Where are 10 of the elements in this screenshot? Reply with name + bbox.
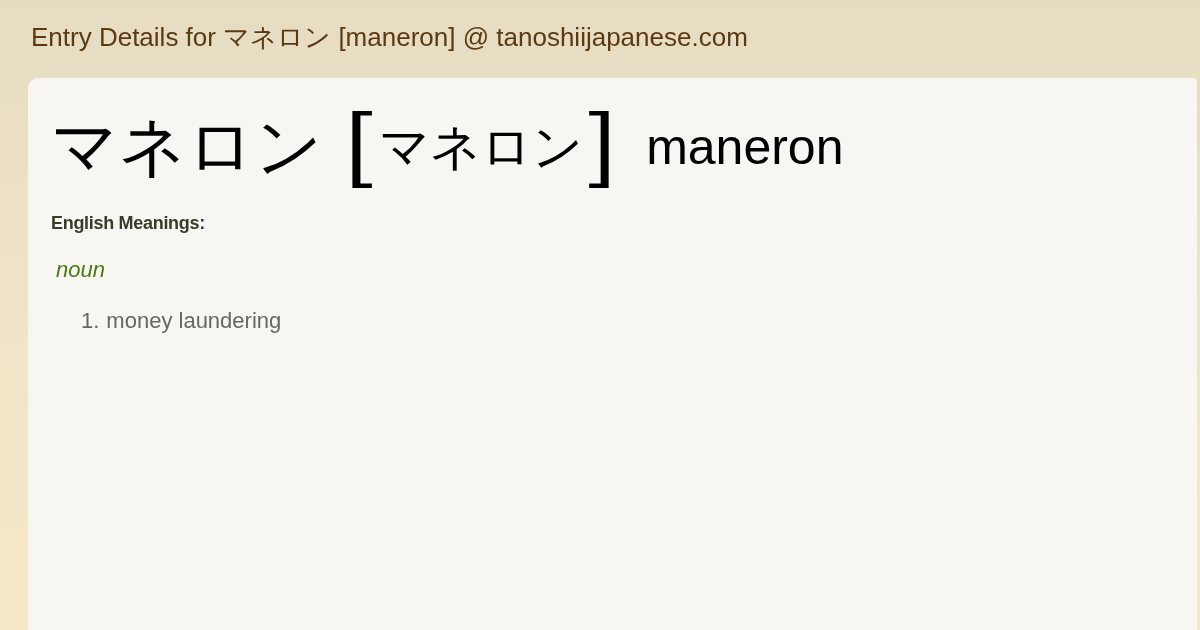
romaji: maneron	[646, 122, 844, 172]
bracket: ]	[582, 104, 617, 190]
section-label: English Meanings:	[51, 212, 206, 235]
list-number: 1.	[81, 307, 100, 335]
bracket: [	[345, 104, 379, 190]
page-title: Entry Details for マネロン [maneron] @ tanoshiijapanese.com	[31, 20, 748, 54]
part-of-speech: noun	[56, 256, 106, 284]
headword: マネロン	[51, 114, 323, 180]
meaning-text: money laundering	[106, 307, 282, 335]
reading: マネロン	[378, 122, 583, 172]
